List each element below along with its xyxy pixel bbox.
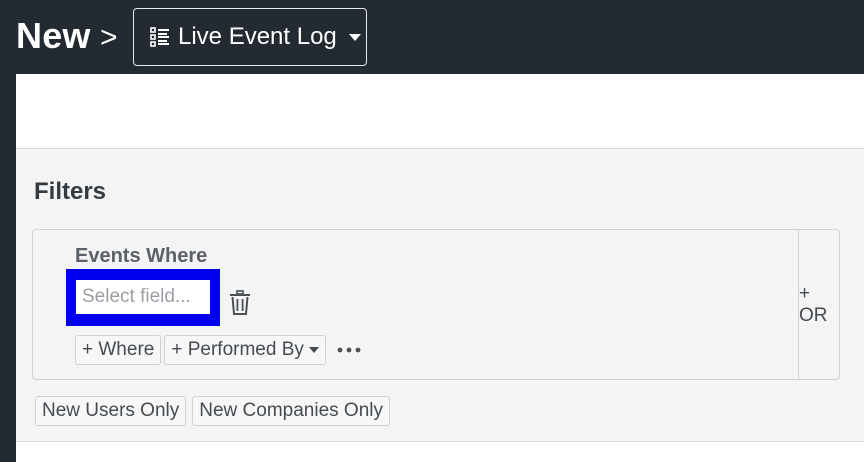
trash-icon[interactable] (229, 290, 251, 316)
more-options-icon[interactable] (337, 335, 361, 365)
quick-filters-row: New Users Only New Companies Only (35, 396, 396, 426)
add-or-label: + OR (799, 282, 828, 326)
add-where-label: + Where (82, 339, 155, 360)
breadcrumb-title: New (16, 15, 91, 56)
events-where-label: Events Where (75, 245, 208, 267)
new-companies-only-label: New Companies Only (199, 400, 383, 421)
chevron-down-icon (348, 33, 361, 41)
select-field-input[interactable] (76, 280, 210, 314)
add-where-button[interactable]: + Where (75, 335, 162, 365)
filters-heading: Filters (34, 178, 107, 205)
main-panel: Filters Events Where + Where + Performed… (16, 74, 864, 462)
new-users-only-label: New Users Only (42, 400, 180, 421)
view-type-dropdown[interactable]: Live Event Log (133, 8, 367, 66)
new-companies-only-button[interactable]: New Companies Only (192, 396, 390, 426)
view-type-label: Live Event Log (178, 23, 337, 50)
list-icon (150, 26, 170, 48)
filter-actions-row: + Where + Performed By (75, 335, 361, 365)
field-highlight-box (66, 269, 220, 326)
add-or-button[interactable]: + OR (799, 230, 839, 379)
filter-group: Events Where + Where + Performed By (32, 229, 840, 380)
add-performed-by-button[interactable]: + Performed By (164, 335, 326, 365)
breadcrumb-separator: > (100, 21, 118, 54)
top-bar: New > Live Event Log (0, 0, 864, 74)
chevron-down-icon (308, 347, 319, 353)
add-performed-by-label: + Performed By (171, 339, 304, 360)
panel-header-area (16, 74, 864, 149)
new-users-only-button[interactable]: New Users Only (35, 396, 187, 426)
